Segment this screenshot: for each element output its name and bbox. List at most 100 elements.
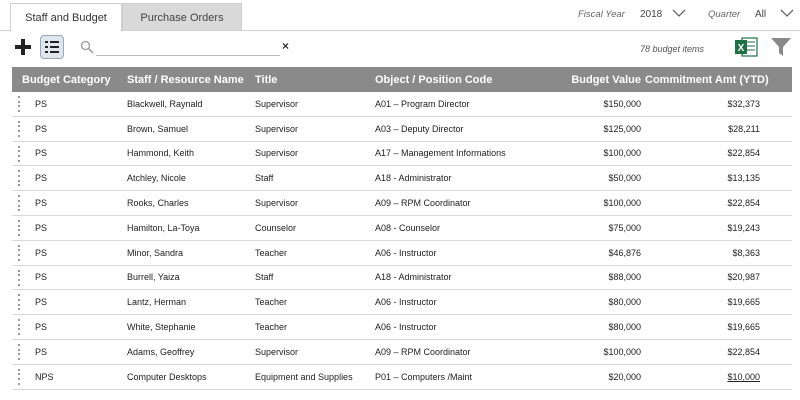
item-count: 78 budget items <box>640 44 705 54</box>
drag-handle-icon[interactable] <box>16 96 21 112</box>
cell-position-code: A01 – Program Director <box>375 98 470 109</box>
table-row[interactable]: PS Minor, Sandra Teacher A06 - Instructor $4… <box>12 241 792 266</box>
search-input[interactable] <box>96 36 280 56</box>
quarter-label: Quarter <box>708 9 741 20</box>
cell-budget-value: $100,000 <box>603 198 641 209</box>
budget-table: Budget Category Staff / Resource Name Ti… <box>12 67 792 390</box>
cell-position-code: A18 - Administrator <box>375 173 452 184</box>
toolbar: × 78 budget items X <box>0 32 800 66</box>
cell-budget-category: PS <box>35 272 48 283</box>
cell-staff-name: Blackwell, Raynald <box>127 98 203 109</box>
cell-staff-name: White, Stephanie <box>127 322 196 333</box>
drag-handle-icon[interactable] <box>16 219 21 236</box>
cell-commitment-amt: $20,987 <box>727 272 760 283</box>
cell-commitment-amt: $19,243 <box>727 222 760 233</box>
table-row[interactable]: PS Lantz, Herman Teacher A06 - Instructor $8… <box>12 290 792 316</box>
tab-bar: Staff and Budget Purchase Orders Fiscal … <box>0 0 800 32</box>
cell-title: Equipment and Supplies <box>255 371 353 382</box>
cell-budget-category: PS <box>35 98 48 109</box>
column-header[interactable]: Object / Position Code <box>365 74 555 86</box>
table-header: Budget Category Staff / Resource Name Ti… <box>12 67 792 92</box>
cell-budget-category: PS <box>35 247 48 258</box>
tab-staff-and-budget[interactable]: Staff and Budget <box>10 3 122 32</box>
cell-commitment-amt: $19,665 <box>727 322 760 333</box>
table-row[interactable]: PS Brown, Samuel Supervisor A03 – Deputy Di… <box>12 117 792 142</box>
column-header[interactable]: Budget Category <box>12 74 117 86</box>
table-row[interactable]: PS Rooks, Charles Supervisor A09 – RPM Coor… <box>12 191 792 216</box>
cell-staff-name: Brown, Samuel <box>127 123 189 134</box>
cell-budget-value: $150,000 <box>603 98 641 109</box>
drag-handle-icon[interactable] <box>16 170 21 187</box>
cell-commitment-amt: $22,854 <box>727 148 760 159</box>
column-header[interactable]: Budget Value <box>555 74 645 86</box>
drag-handle-icon[interactable] <box>16 343 21 360</box>
cell-staff-name: Hamilton, La-Toya <box>127 222 200 233</box>
cell-staff-name: Rooks, Charles <box>127 198 189 209</box>
cell-staff-name: Hammond, Keith <box>127 148 195 159</box>
svg-text:X: X <box>738 43 745 54</box>
table-row[interactable]: PS Burrell, Yaiza Staff A18 - Administrator… <box>12 266 792 291</box>
cell-position-code: A06 - Instructor <box>375 247 437 258</box>
list-view-button[interactable] <box>40 35 64 59</box>
cell-budget-value: $88,000 <box>608 272 641 283</box>
cell-commitment-amt: $32,373 <box>727 98 760 109</box>
cell-title: Staff <box>255 173 274 184</box>
drag-handle-icon[interactable] <box>16 244 21 261</box>
table-row[interactable]: PS White, Stephanie Teacher A06 - Instructo… <box>12 315 792 340</box>
cell-title: Supervisor <box>255 148 299 159</box>
plus-icon <box>15 39 31 55</box>
table-row[interactable]: PS Blackwell, Raynald Supervisor A01 – Prog… <box>12 92 792 117</box>
cell-commitment-amt: $10,000 <box>727 371 760 382</box>
column-header[interactable]: Commitment Amt (YTD) <box>645 74 772 86</box>
drag-handle-icon[interactable] <box>16 269 21 286</box>
tab-purchase-orders[interactable]: Purchase Orders <box>122 3 242 31</box>
fiscal-year-select[interactable]: 2018 <box>640 9 662 20</box>
cell-position-code: A17 – Management Informations <box>375 148 506 159</box>
cell-staff-name: Computer Desktops <box>127 371 207 382</box>
chevron-down-icon[interactable] <box>780 8 794 18</box>
filter-funnel-icon[interactable] <box>770 36 792 58</box>
drag-handle-icon[interactable] <box>16 319 21 336</box>
drag-handle-icon[interactable] <box>16 120 21 137</box>
cell-title: Teacher <box>255 322 288 333</box>
cell-title: Supervisor <box>255 198 299 209</box>
cell-position-code: A18 - Administrator <box>375 272 452 283</box>
table-row[interactable]: PS Adams, Geoffrey Supervisor A09 – RPM Coo… <box>12 340 792 365</box>
column-header[interactable]: Title <box>245 74 365 86</box>
cell-budget-value: $80,000 <box>608 322 641 333</box>
excel-export-icon[interactable]: X <box>734 36 758 58</box>
drag-handle-icon[interactable] <box>16 145 21 162</box>
clear-search-button[interactable]: × <box>282 39 289 53</box>
drag-handle-icon[interactable] <box>16 368 21 385</box>
cell-budget-value: $50,000 <box>608 173 641 184</box>
cell-commitment-amt: $28,211 <box>728 123 760 134</box>
cell-staff-name: Burrell, Yaiza <box>127 272 180 283</box>
cell-title: Supervisor <box>255 98 299 109</box>
cell-budget-value: $20,000 <box>608 371 641 382</box>
cell-title: Teacher <box>255 247 288 258</box>
cell-commitment-amt: $22,854 <box>727 198 760 209</box>
chevron-down-icon[interactable] <box>672 8 686 18</box>
cell-budget-category: PS <box>35 123 48 134</box>
cell-budget-value: $100,000 <box>603 346 641 357</box>
column-header[interactable]: Staff / Resource Name <box>117 74 245 86</box>
cell-commitment-amt: $13,135 <box>727 173 760 184</box>
cell-budget-category: PS <box>35 173 48 184</box>
cell-budget-value: $100,000 <box>603 148 641 159</box>
cell-commitment-amt: $22,854 <box>727 346 760 357</box>
cell-commitment-amt: $19,665 <box>727 297 760 308</box>
table-row[interactable]: NPS Computer Desktops Equipment and Suppli… <box>12 365 792 390</box>
table-row[interactable]: PS Hammond, Keith Supervisor A17 – Manageme… <box>12 142 792 167</box>
cell-staff-name: Lantz, Herman <box>127 297 187 308</box>
table-row[interactable]: PS Atchley, Nicole Staff A18 - Administrato… <box>12 166 792 192</box>
quarter-select[interactable]: All <box>755 9 766 20</box>
cell-budget-category: PS <box>35 222 48 233</box>
cell-commitment-amt: $8,363 <box>732 247 760 258</box>
cell-position-code: A06 - Instructor <box>375 297 437 308</box>
cell-title: Counselor <box>255 222 297 233</box>
add-button[interactable] <box>12 36 34 58</box>
cell-budget-value: $125,000 <box>603 123 641 134</box>
drag-handle-icon[interactable] <box>16 195 21 212</box>
table-row[interactable]: PS Hamilton, La-Toya Counselor A08 - Counse… <box>12 216 792 241</box>
drag-handle-icon[interactable] <box>16 294 21 311</box>
